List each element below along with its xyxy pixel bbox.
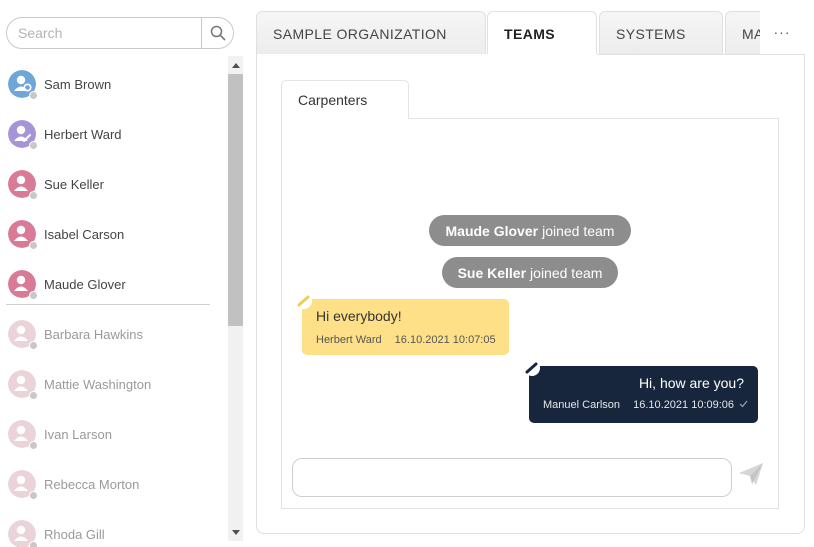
panel-divider <box>597 54 805 55</box>
user-list-item[interactable]: Rhoda Gill <box>8 517 222 547</box>
system-message-user: Maude Glover <box>445 222 539 239</box>
user-list-item[interactable]: Rebecca Morton <box>8 467 222 501</box>
user-list-item[interactable]: Herbert Ward <box>8 117 222 151</box>
tab-teams[interactable]: TEAMS <box>487 11 597 55</box>
message-input[interactable] <box>293 459 731 496</box>
message-author: Manuel Carlson <box>543 399 621 411</box>
more-tabs-button[interactable]: ··· <box>770 20 794 44</box>
status-dot <box>29 191 38 200</box>
system-message: Sue Keller joined team <box>442 257 618 288</box>
message-time: 16.10.2021 10:07:05 <box>394 334 496 346</box>
status-dot <box>29 341 38 350</box>
search-box <box>6 17 234 49</box>
scrollbar-thumb[interactable] <box>228 74 243 326</box>
status-dot <box>29 241 38 250</box>
tab-systems[interactable]: SYSTEMS <box>599 11 723 55</box>
user-name: Herbert Ward <box>44 126 122 142</box>
user-list: Sam Brown Herbert Ward Sue Keller Isabel Ca… <box>0 56 228 547</box>
system-message-user: Sue Keller <box>457 264 527 281</box>
system-message-text: joined team <box>530 264 603 281</box>
avatar <box>8 70 38 100</box>
user-list-item[interactable]: Isabel Carson <box>8 217 222 251</box>
user-list-item[interactable]: Maude Glover <box>8 267 222 301</box>
status-dot <box>29 541 38 547</box>
message-author: Herbert Ward <box>316 334 382 346</box>
avatar <box>8 120 38 150</box>
scroll-up-arrow-icon[interactable] <box>228 58 243 72</box>
avatar <box>8 420 38 450</box>
check-icon <box>739 400 748 408</box>
outgoing-message[interactable]: Hi, how are you? Manuel Carlson 16.10.20… <box>529 366 758 423</box>
status-dot <box>29 441 38 450</box>
user-name: Sam Brown <box>44 76 112 92</box>
search-button[interactable] <box>201 18 233 48</box>
scroll-down-arrow-icon[interactable] <box>228 525 243 539</box>
user-name: Mattie Washington <box>44 376 152 392</box>
chat-divider <box>408 118 779 119</box>
system-message-text: joined team <box>542 222 615 239</box>
message-text: Hi everybody! <box>316 308 402 324</box>
main-tabs: SAMPLE ORGANIZATION TEAMS SYSTEMS MA <box>256 11 760 55</box>
message-meta: Herbert Ward 16.10.2021 10:07:05 <box>316 334 496 346</box>
status-dot <box>29 391 38 400</box>
message-composer <box>292 458 732 497</box>
avatar <box>8 470 38 500</box>
incoming-message[interactable]: Hi everybody! Herbert Ward 16.10.2021 10… <box>302 299 509 355</box>
user-name: Barbara Hawkins <box>44 326 143 342</box>
message-time: 16.10.2021 10:09:06 <box>633 399 735 411</box>
user-list-scrollbar[interactable] <box>228 56 243 541</box>
user-list-item[interactable]: Barbara Hawkins <box>8 317 222 351</box>
status-dot <box>29 141 38 150</box>
message-text: Hi, how are you? <box>638 375 744 391</box>
user-name: Rebecca Morton <box>44 476 140 492</box>
user-list-item[interactable]: Sue Keller <box>8 167 222 201</box>
user-name: Maude Glover <box>44 276 126 292</box>
send-button[interactable] <box>737 460 765 488</box>
tab-ma[interactable]: MA <box>725 11 760 55</box>
search-input[interactable] <box>8 19 202 47</box>
avatar <box>8 320 38 350</box>
team-tab-carpenters[interactable]: Carpenters <box>281 80 409 119</box>
status-dot <box>29 291 38 300</box>
avatar <box>8 370 38 400</box>
user-list-item[interactable]: Sam Brown <box>8 67 222 101</box>
status-dot <box>29 491 38 500</box>
send-icon <box>739 463 763 485</box>
pencil-icon[interactable] <box>296 293 312 309</box>
pencil-icon[interactable] <box>524 360 540 376</box>
user-name: Ivan Larson <box>44 426 112 442</box>
user-name: Sue Keller <box>44 176 104 192</box>
status-dot <box>29 91 38 100</box>
avatar <box>8 270 38 300</box>
user-list-item[interactable]: Mattie Washington <box>8 367 222 401</box>
user-name: Rhoda Gill <box>44 526 105 542</box>
user-list-item[interactable]: Ivan Larson <box>8 417 222 451</box>
message-meta: Manuel Carlson 16.10.2021 10:09:06 <box>543 399 748 411</box>
avatar <box>8 220 38 250</box>
tab-sample-organization[interactable]: SAMPLE ORGANIZATION <box>256 11 486 55</box>
avatar <box>8 520 38 547</box>
search-icon <box>210 25 225 41</box>
avatar <box>8 170 38 200</box>
system-message: Maude Glover joined team <box>429 215 631 246</box>
online-offline-divider <box>6 304 210 305</box>
user-name: Isabel Carson <box>44 226 125 242</box>
